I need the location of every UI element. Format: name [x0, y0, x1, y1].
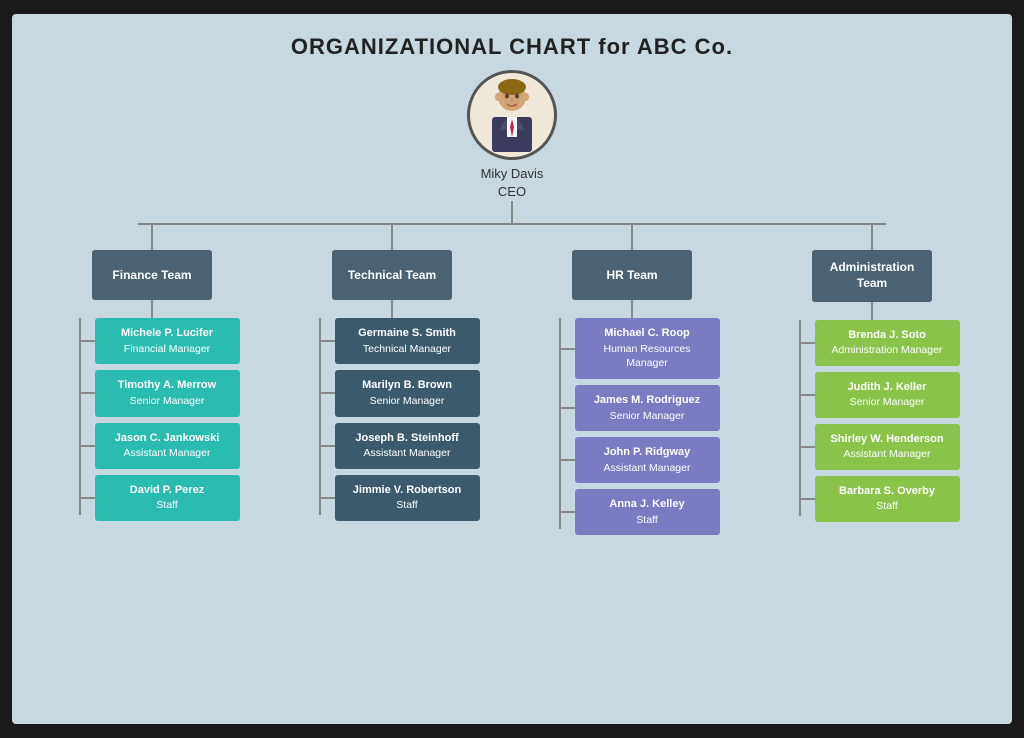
- chart-title: ORGANIZATIONAL CHART for ABC Co.: [32, 34, 992, 60]
- finance-v-line2: [151, 300, 153, 318]
- member-card: Jason C. Jankowski Assistant Manager: [95, 423, 240, 469]
- list-item: Shirley W. Henderson Assistant Manager: [815, 424, 960, 470]
- member-card: Michele P. Lucifer Financial Manager: [95, 318, 240, 364]
- list-item: Joseph B. Steinhoff Assistant Manager: [335, 423, 480, 469]
- finance-members: Michele P. Lucifer Financial Manager Tim…: [65, 318, 240, 526]
- member-card: Michael C. Roop Human Resources Manager: [575, 318, 720, 379]
- finance-team-column: Finance Team Michele P. Lucifer Financia…: [32, 225, 272, 526]
- admin-team-box: Administration Team: [812, 250, 932, 301]
- technical-v-line: [391, 225, 393, 250]
- member-card: Judith J. Keller Senior Manager: [815, 372, 960, 418]
- chart-container: ORGANIZATIONAL CHART for ABC Co.: [12, 14, 1012, 724]
- member-card: Barbara S. Overby Staff: [815, 476, 960, 522]
- member-card: Germaine S. Smith Technical Manager: [335, 318, 480, 364]
- technical-v-line2: [391, 300, 393, 318]
- hr-v-line: [631, 225, 633, 250]
- admin-v-line2: [871, 302, 873, 320]
- member-card: David P. Perez Staff: [95, 475, 240, 521]
- list-item: Germaine S. Smith Technical Manager: [335, 318, 480, 364]
- list-item: Anna J. Kelley Staff: [575, 489, 720, 535]
- teams-row: Finance Team Michele P. Lucifer Financia…: [32, 225, 992, 541]
- list-item: Timothy A. Merrow Senior Manager: [95, 370, 240, 416]
- ceo-node: Miky Davis CEO: [467, 70, 557, 201]
- list-item: James M. Rodriguez Senior Manager: [575, 385, 720, 431]
- finance-team-box: Finance Team: [92, 250, 212, 300]
- list-item: Marilyn B. Brown Senior Manager: [335, 370, 480, 416]
- ceo-section: Miky Davis CEO Finance Team Michele P.: [32, 70, 992, 541]
- list-item: Jason C. Jankowski Assistant Manager: [95, 423, 240, 469]
- list-item: David P. Perez Staff: [95, 475, 240, 521]
- technical-team-column: Technical Team Germaine S. Smith Technic…: [272, 225, 512, 526]
- ceo-name: Miky Davis CEO: [481, 165, 544, 201]
- hr-v-line2: [631, 300, 633, 318]
- member-card: John P. Ridgway Assistant Manager: [575, 437, 720, 483]
- list-item: Barbara S. Overby Staff: [815, 476, 960, 522]
- finance-v-line: [151, 225, 153, 250]
- ceo-v-connector: [511, 201, 513, 223]
- member-card: Jimmie V. Robertson Staff: [335, 475, 480, 521]
- list-item: Michael C. Roop Human Resources Manager: [575, 318, 720, 379]
- ceo-avatar: [467, 70, 557, 160]
- member-card: James M. Rodriguez Senior Manager: [575, 385, 720, 431]
- list-item: Jimmie V. Robertson Staff: [335, 475, 480, 521]
- member-card: Marilyn B. Brown Senior Manager: [335, 370, 480, 416]
- list-item: Michele P. Lucifer Financial Manager: [95, 318, 240, 364]
- admin-team-column: Administration Team Brenda J. Soto Admin…: [752, 225, 992, 528]
- member-card: Brenda J. Soto Administration Manager: [815, 320, 960, 366]
- technical-members: Germaine S. Smith Technical Manager Mari…: [305, 318, 480, 526]
- member-card: Anna J. Kelley Staff: [575, 489, 720, 535]
- member-card: Timothy A. Merrow Senior Manager: [95, 370, 240, 416]
- admin-members: Brenda J. Soto Administration Manager Ju…: [785, 320, 960, 528]
- list-item: Brenda J. Soto Administration Manager: [815, 320, 960, 366]
- member-card: Joseph B. Steinhoff Assistant Manager: [335, 423, 480, 469]
- technical-team-box: Technical Team: [332, 250, 452, 300]
- hr-team-box: HR Team: [572, 250, 692, 300]
- list-item: Judith J. Keller Senior Manager: [815, 372, 960, 418]
- hr-members: Michael C. Roop Human Resources Manager …: [545, 318, 720, 541]
- admin-v-line: [871, 225, 873, 250]
- list-item: John P. Ridgway Assistant Manager: [575, 437, 720, 483]
- member-card: Shirley W. Henderson Assistant Manager: [815, 424, 960, 470]
- hr-team-column: HR Team Michael C. Roop Human Resources …: [512, 225, 752, 541]
